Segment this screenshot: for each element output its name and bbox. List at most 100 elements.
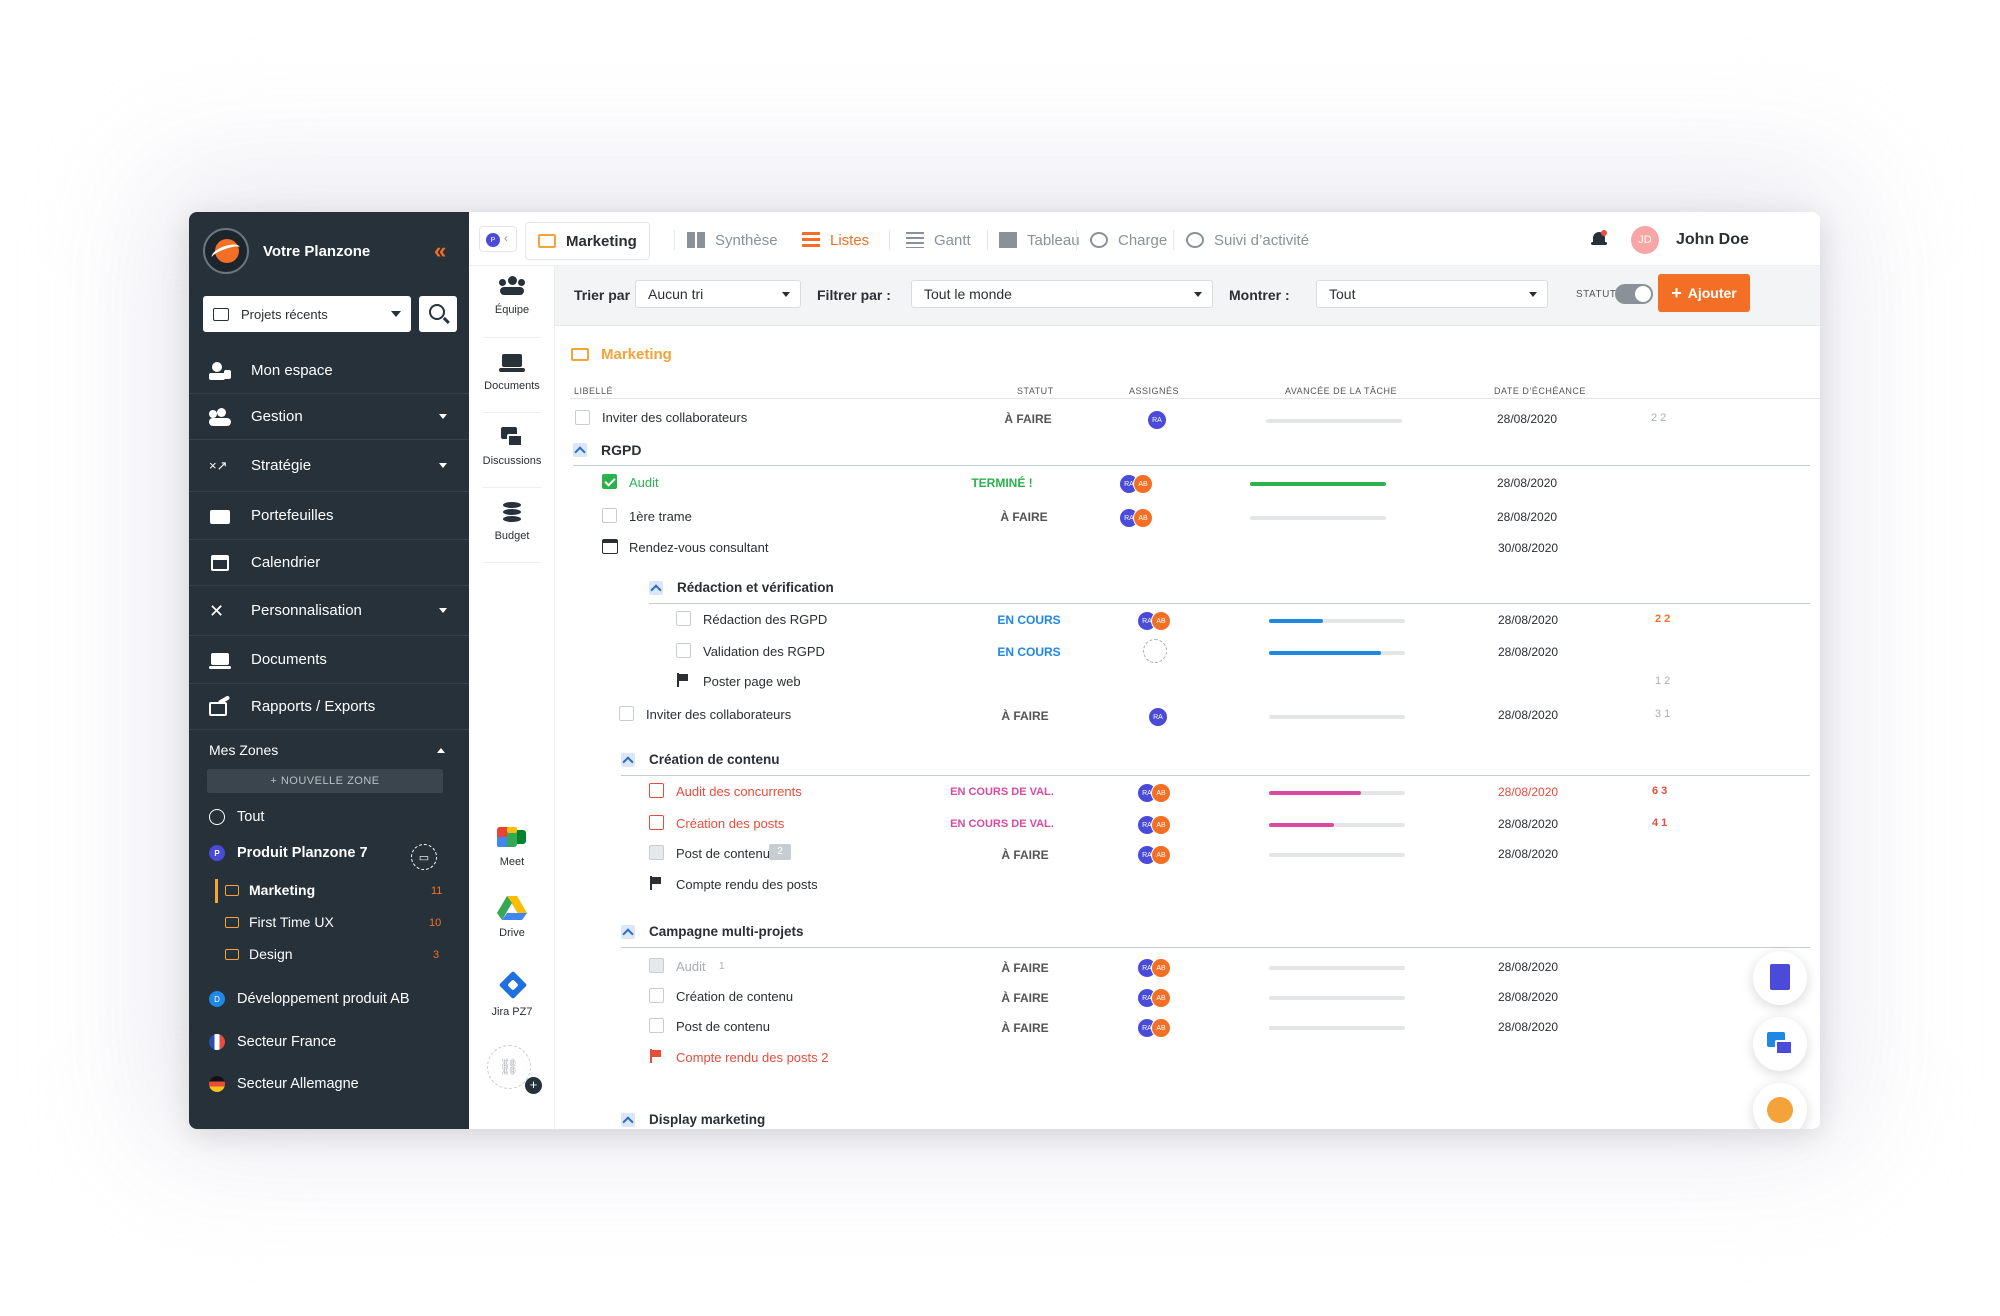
timer-button[interactable] <box>1753 1083 1807 1129</box>
task-label[interactable]: Inviter des collaborateurs <box>602 410 747 425</box>
task-checkbox[interactable] <box>676 643 691 658</box>
group-title: Création de contenu <box>649 752 780 767</box>
project-switcher[interactable]: P ‹ <box>479 226 517 252</box>
show-select[interactable]: Tout <box>1316 280 1548 308</box>
add-folder-icon[interactable]: ▭ <box>411 844 437 870</box>
task-label[interactable]: Post de contenu <box>676 1019 770 1034</box>
nav-strategie[interactable]: ×↗ Stratégie <box>189 440 469 492</box>
tab-tableau[interactable]: Tableau <box>999 226 1080 254</box>
add-button[interactable]: + Ajouter <box>1658 274 1750 312</box>
task-checkbox[interactable] <box>602 508 617 523</box>
tab-listes[interactable]: Listes <box>802 226 869 254</box>
nav-calendrier[interactable]: Calendrier <box>189 540 469 586</box>
nav-portefeuilles[interactable]: Portefeuilles <box>189 492 469 540</box>
task-checkbox[interactable] <box>649 988 664 1003</box>
nav-personnalisation[interactable]: ✕ Personnalisation <box>189 586 469 636</box>
task-checkbox[interactable] <box>649 958 664 973</box>
search-button[interactable] <box>419 296 457 332</box>
tab-gantt[interactable]: Gantt <box>906 226 971 254</box>
task-checkbox[interactable] <box>649 1018 664 1033</box>
tool-label: Équipe <box>494 304 530 316</box>
task-checkbox[interactable] <box>649 815 664 830</box>
tab-suivi-activite[interactable]: Suivi d’activité <box>1186 226 1309 254</box>
group-display-marketing[interactable]: Display marketing <box>621 1112 765 1127</box>
user-lock-icon <box>209 361 231 380</box>
tool-discussions[interactable]: Discussions <box>469 427 555 467</box>
plus-icon[interactable]: + <box>525 1077 542 1094</box>
group-rgpd[interactable]: RGPD <box>573 442 641 458</box>
zone-secteur-france[interactable]: Secteur France <box>209 1034 336 1050</box>
task-checkbox[interactable] <box>619 706 634 721</box>
user-name[interactable]: John Doe <box>1676 231 1749 249</box>
nav-gestion[interactable]: Gestion <box>189 394 469 440</box>
task-label[interactable]: 1ère trame <box>629 509 692 524</box>
task-label[interactable]: Validation des RGPD <box>703 644 825 659</box>
add-assignee-icon[interactable] <box>1143 639 1167 663</box>
zone-all-label: Tout <box>237 809 265 825</box>
task-checkbox[interactable] <box>649 783 664 798</box>
export-button[interactable] <box>1753 951 1807 1005</box>
task-label[interactable]: Compte rendu des posts 2 <box>676 1050 828 1065</box>
subzone-marketing[interactable]: Marketing <box>225 882 315 898</box>
tool-documents[interactable]: Documents <box>469 352 555 392</box>
jira-icon <box>497 970 528 1000</box>
subtask-count-badge: 2 <box>769 844 791 860</box>
progress-bar <box>1269 853 1405 857</box>
progress-fill <box>1269 651 1381 655</box>
group-divider <box>573 465 1810 466</box>
zone-product-planzone[interactable]: P Produit Planzone 7 <box>209 845 368 861</box>
tab-synthese[interactable]: Synthèse <box>687 226 778 254</box>
zone-france-label: Secteur France <box>237 1034 337 1050</box>
task-label[interactable]: Création des posts <box>676 816 784 831</box>
tool-meet[interactable]: Meet <box>469 824 555 868</box>
task-label[interactable]: Audit <box>629 475 659 490</box>
task-checkbox[interactable] <box>575 410 590 425</box>
tool-label: Documents <box>484 380 540 392</box>
task-label[interactable]: Inviter des collaborateurs <box>646 707 791 722</box>
windows-button[interactable] <box>1753 1017 1807 1071</box>
group-redaction[interactable]: Rédaction et vérification <box>649 580 834 595</box>
subzone-first-time-ux[interactable]: First Time UX <box>225 914 334 930</box>
new-zone-button[interactable]: + NOUVELLE ZONE <box>207 769 443 793</box>
nav-documents[interactable]: Documents <box>189 636 469 684</box>
tab-marketing[interactable]: Marketing <box>525 222 650 260</box>
tool-budget[interactable]: Budget <box>469 502 555 542</box>
recent-projects-select[interactable]: Projets récents <box>203 296 411 332</box>
task-meta: 2 2 <box>1651 412 1667 424</box>
zone-dev-produit[interactable]: D Développement produit AB <box>209 991 410 1007</box>
tool-jira[interactable]: Jira PZ7 <box>469 970 555 1018</box>
chevron-up-icon[interactable] <box>437 744 445 753</box>
task-label[interactable]: Compte rendu des posts <box>676 877 818 892</box>
plus-icon: + <box>1671 282 1682 303</box>
task-label[interactable]: Audit <box>676 959 706 974</box>
avatar[interactable]: JD <box>1631 226 1659 254</box>
task-status: EN COURS <box>997 645 1061 659</box>
task-label[interactable]: Audit des concurrents <box>676 784 802 799</box>
zone-secteur-allemagne[interactable]: Secteur Allemagne <box>209 1076 359 1092</box>
nav-rapports[interactable]: Rapports / Exports <box>189 684 469 730</box>
sort-select[interactable]: Aucun tri <box>635 280 801 308</box>
group-creation-contenu[interactable]: Création de contenu <box>621 752 780 767</box>
notification-bell-icon[interactable] <box>1591 230 1607 248</box>
statut-toggle[interactable] <box>1615 284 1653 304</box>
task-checkbox[interactable] <box>602 474 617 489</box>
zone-all[interactable]: Tout <box>209 809 264 825</box>
task-label[interactable]: Rédaction des RGPD <box>703 612 827 627</box>
subzone-design[interactable]: Design <box>225 946 293 962</box>
collapse-sidebar-icon[interactable]: « <box>434 238 447 264</box>
tab-charge[interactable]: Charge <box>1090 226 1167 254</box>
task-label[interactable]: Création de contenu <box>676 989 793 1004</box>
task-label[interactable]: Poster page web <box>703 674 801 689</box>
tool-team[interactable]: Équipe <box>469 276 555 316</box>
chevron-down-icon <box>1194 292 1202 301</box>
nav-mon-espace[interactable]: Mon espace <box>189 348 469 394</box>
tool-drive[interactable]: Drive <box>469 895 555 939</box>
group-campagne[interactable]: Campagne multi-projets <box>621 924 804 939</box>
search-icon <box>429 304 445 320</box>
filter-select[interactable]: Tout le monde <box>911 280 1213 308</box>
task-checkbox[interactable] <box>649 845 664 860</box>
task-label[interactable]: Rendez-vous consultant <box>629 540 768 555</box>
task-label[interactable]: Post de contenu <box>676 846 770 861</box>
tab-label: Tableau <box>1027 231 1080 249</box>
task-checkbox[interactable] <box>676 611 691 626</box>
